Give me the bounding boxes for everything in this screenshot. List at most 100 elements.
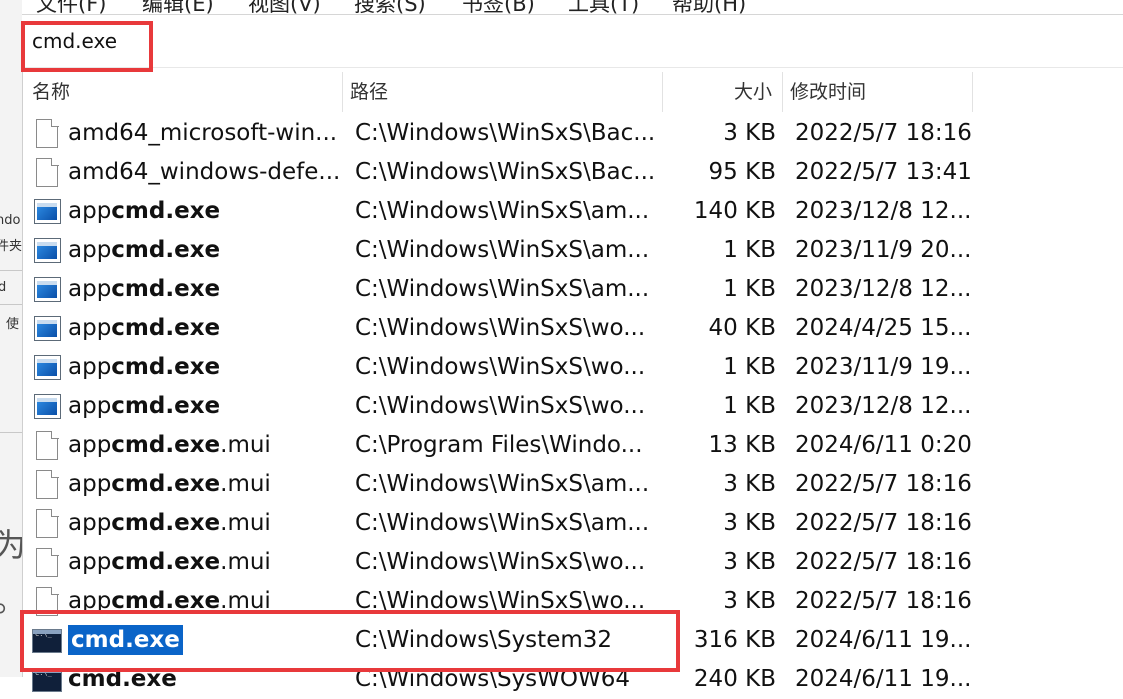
file-name-match: cmd.exe [111,549,221,575]
background-text: 为 [0,520,22,566]
document-icon [34,430,60,460]
file-modified: 2023/12/8 12... [795,198,972,224]
file-name-match: cmd.exe [111,276,221,302]
file-size: 240 KB [693,666,776,692]
file-name-prefix: app [68,471,112,497]
file-path: C:\Windows\SysWOW64 [355,666,631,692]
result-row[interactable]: appcmd.exe C:\Windows\WinSxS\am... 140 KB 2… [22,192,1123,231]
file-name-match: cmd.exe [111,432,221,458]
background-text: 。 [0,575,22,621]
file-name: appcmd.exe [68,387,220,426]
file-name-match: cmd.exe [111,510,221,536]
file-name-match: cmd.exe [111,471,221,497]
search-bar [22,14,1123,68]
background-text: 使 [6,317,20,332]
application-icon [34,275,61,304]
file-name-prefix: app [68,393,112,419]
result-row[interactable]: appcmd.exe.mui C:\Windows\WinSxS\wo... 3 K… [22,582,1123,621]
file-name-prefix: app [68,276,112,302]
file-size: 13 KB [708,432,776,458]
console-icon [32,626,62,655]
column-divider[interactable] [782,72,783,112]
result-row[interactable]: appcmd.exe C:\Windows\WinSxS\wo... 40 KB 20… [22,309,1123,348]
result-row[interactable]: appcmd.exe C:\Windows\WinSxS\wo... 1 KB 202… [22,387,1123,426]
result-row[interactable]: cmd.exe C:\Windows\System32 316 KB 2024/6/1… [22,621,1123,660]
file-path: C:\Windows\WinSxS\am... [355,198,650,224]
column-divider[interactable] [342,72,343,112]
file-modified: 2024/6/11 19... [795,666,972,692]
file-path: C:\Windows\WinSxS\Bac... [355,159,656,185]
column-divider[interactable] [972,72,973,112]
file-name-suffix: .mui [220,471,271,497]
file-modified: 2023/12/8 12... [795,276,972,302]
file-path: C:\Windows\WinSxS\am... [355,276,650,302]
column-modified-header[interactable]: 修改时间 [790,72,866,112]
file-size: 3 KB [723,120,776,146]
file-size: 3 KB [723,588,776,614]
console-icon [32,665,62,694]
result-row[interactable]: appcmd.exe.mui C:\Windows\WinSxS\am... 3 K… [22,465,1123,504]
file-path: C:\Windows\WinSxS\wo... [355,549,646,575]
file-size: 3 KB [723,471,776,497]
file-size: 40 KB [708,315,776,341]
file-modified: 2024/4/25 15... [795,315,972,341]
file-name-prefix: amd64_windows-defe... [68,159,341,185]
column-size-header[interactable]: 大小 [734,72,772,112]
file-name: appcmd.exe [68,231,220,270]
column-divider[interactable] [662,72,663,112]
application-icon [34,353,61,382]
file-modified: 2022/5/7 18:16 [795,471,972,497]
file-name-match: cmd.exe [111,315,221,341]
file-modified: 2023/12/8 12... [795,393,972,419]
document-icon [34,508,60,538]
result-row[interactable]: amd64_microsoft-win... C:\Windows\WinSxS\… [22,114,1123,153]
file-path: C:\Windows\WinSxS\wo... [355,315,646,341]
result-row[interactable]: appcmd.exe C:\Windows\WinSxS\am... 1 KB 202… [22,270,1123,309]
result-row[interactable]: amd64_windows-defe... C:\Windows\WinSxS\B… [22,153,1123,192]
file-name-prefix: app [68,354,112,380]
file-name-match: cmd.exe [71,627,180,653]
column-name-header[interactable]: 名称 [32,72,70,112]
file-name-match: cmd.exe [111,198,221,224]
result-row[interactable]: appcmd.exe C:\Windows\WinSxS\wo... 1 KB 202… [22,348,1123,387]
application-icon [34,392,61,421]
file-name-prefix: app [68,315,112,341]
file-name: amd64_microsoft-win... [68,114,337,153]
file-name-match: cmd.exe [68,666,177,692]
file-name-prefix: app [68,510,112,536]
result-row[interactable]: appcmd.exe.mui C:\Windows\WinSxS\wo... 3 K… [22,543,1123,582]
result-row[interactable]: appcmd.exe.mui C:\Windows\WinSxS\am... 3 K… [22,504,1123,543]
file-name-suffix: .mui [220,432,271,458]
application-icon [34,314,61,343]
file-size: 1 KB [723,276,776,302]
file-name-prefix: amd64_microsoft-win... [68,120,338,146]
file-size: 95 KB [708,159,776,185]
file-name-prefix: app [68,198,112,224]
search-input[interactable] [32,26,732,56]
document-icon [34,157,60,187]
file-name-prefix: app [68,588,112,614]
application-icon [34,236,61,265]
file-modified: 2022/5/7 18:16 [795,549,972,575]
file-name-prefix: app [68,432,112,458]
column-header: 名称 路径 大小 修改时间 [22,72,1123,112]
file-modified: 2022/5/7 18:16 [795,120,972,146]
file-size: 3 KB [723,510,776,536]
file-name: appcmd.exe.mui [68,465,271,504]
file-name: appcmd.exe.mui [68,582,271,621]
application-icon [34,197,61,226]
column-path-header[interactable]: 路径 [350,72,388,112]
result-row[interactable]: cmd.exe C:\Windows\SysWOW64 240 KB 2024/6/1… [22,660,1123,699]
file-name-prefix: app [68,549,112,575]
file-name-match: cmd.exe [111,588,221,614]
file-size: 1 KB [723,354,776,380]
file-name-match: cmd.exe [111,354,221,380]
file-name-match: cmd.exe [111,393,221,419]
result-row[interactable]: appcmd.exe.mui C:\Program Files\Windo... 1… [22,426,1123,465]
file-size: 1 KB [723,237,776,263]
file-name: amd64_windows-defe... [68,153,340,192]
file-size: 1 KB [723,393,776,419]
file-name: appcmd.exe.mui [68,504,271,543]
file-name-suffix: .mui [220,510,271,536]
result-row[interactable]: appcmd.exe C:\Windows\WinSxS\am... 1 KB 202… [22,231,1123,270]
